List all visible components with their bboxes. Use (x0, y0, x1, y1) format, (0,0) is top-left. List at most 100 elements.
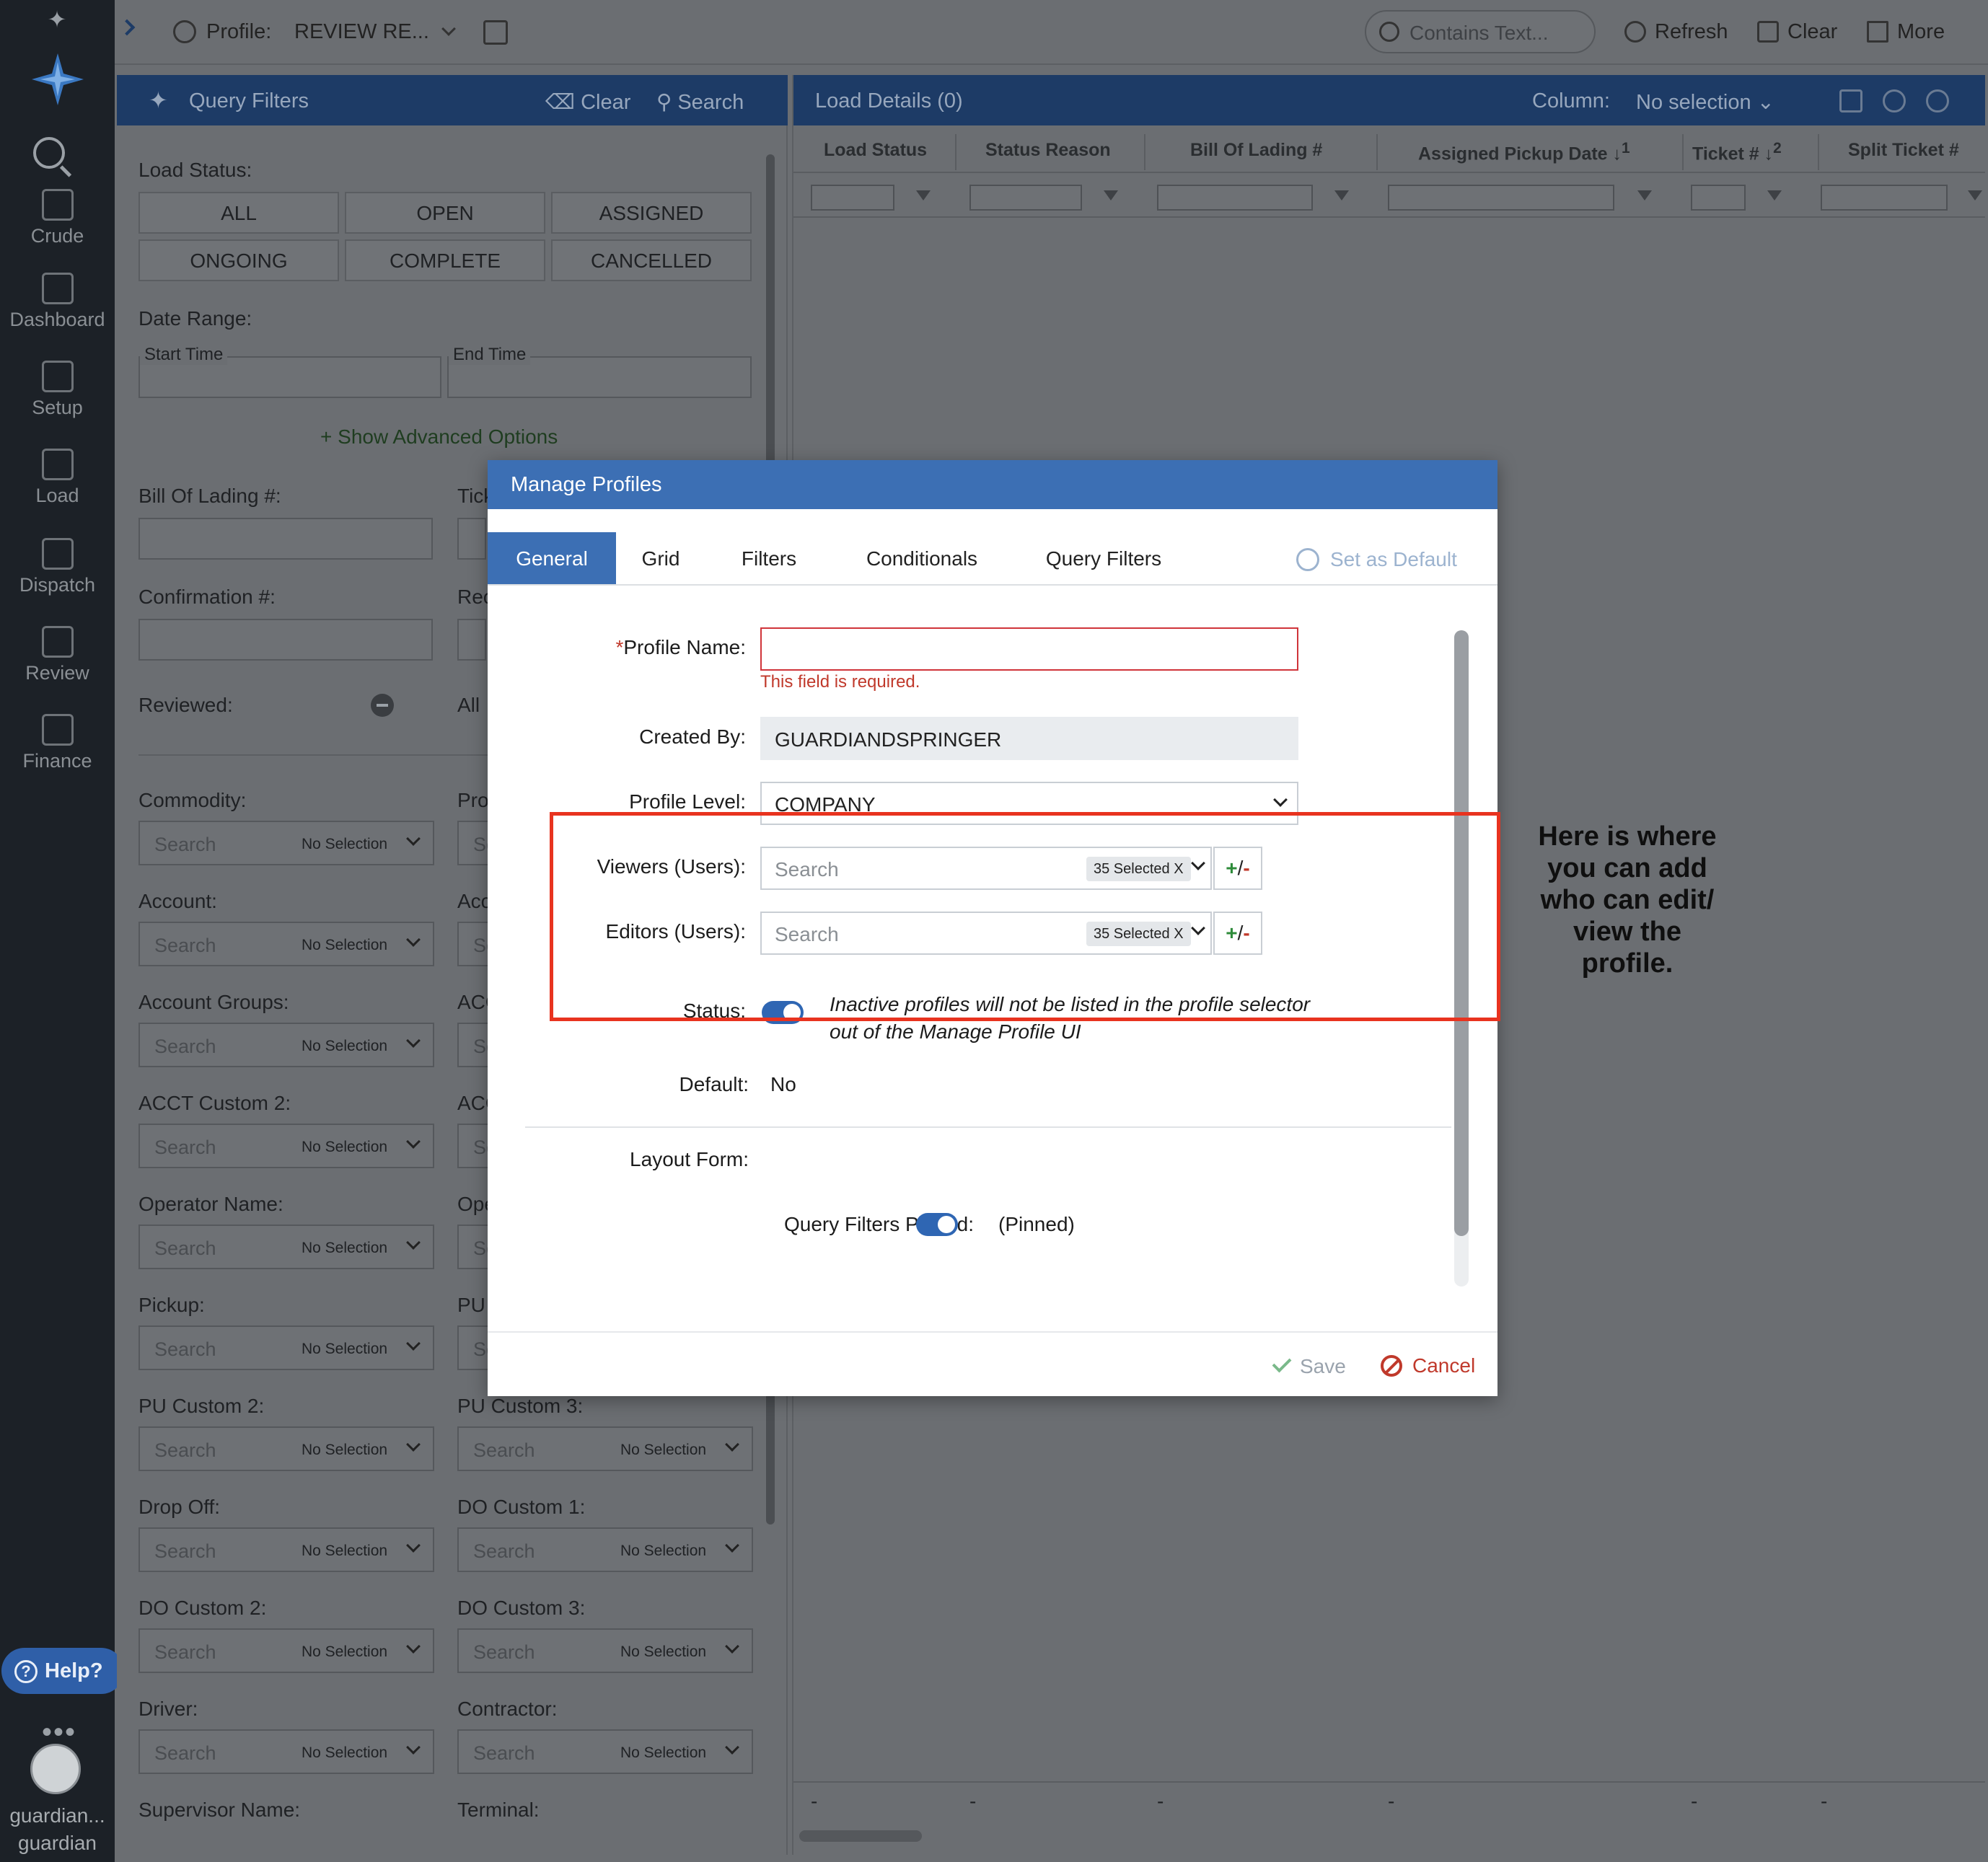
filter-icon[interactable] (1104, 190, 1118, 200)
filter-combo[interactable]: Search No Selection (138, 1426, 434, 1471)
chevron-down-icon[interactable] (406, 1639, 421, 1654)
status-complete[interactable]: COMPLETE (345, 239, 545, 281)
filter-combo[interactable]: Search No Selection (138, 1527, 434, 1572)
filter-icon[interactable] (916, 190, 931, 200)
status-assigned[interactable]: ASSIGNED (551, 192, 752, 234)
help-button[interactable]: ? Help? (1, 1648, 124, 1694)
rail-item-dispatch[interactable]: Dispatch (0, 538, 115, 596)
rail-item-setup[interactable]: Setup (0, 361, 115, 419)
status-cancelled[interactable]: CANCELLED (551, 239, 752, 281)
combo-search-placeholder: Search (473, 1742, 535, 1764)
refresh-button[interactable]: Refresh (1624, 20, 1728, 44)
filter-combo[interactable]: Search No Selection (138, 821, 434, 865)
filter-label: Operator Name: (138, 1193, 283, 1215)
tristate-minus-icon[interactable] (371, 694, 394, 717)
status-open[interactable]: OPEN (345, 192, 545, 234)
chevron-down-icon[interactable] (406, 1740, 421, 1755)
chevron-down-icon[interactable] (406, 932, 421, 947)
filter-icon[interactable] (1767, 190, 1782, 200)
confirmation-input[interactable] (138, 619, 433, 661)
filter-input-pickup-date[interactable] (1388, 185, 1614, 211)
horizontal-scrollbar[interactable] (799, 1830, 922, 1842)
default-label: Default: (679, 1073, 749, 1095)
save-button[interactable]: Save (1272, 1353, 1346, 1378)
tab-query-filters[interactable]: Query Filters (1024, 532, 1183, 586)
clear-button[interactable]: Clear (1757, 20, 1837, 44)
profile-label: Profile: (206, 20, 272, 43)
pin-icon[interactable]: ✦ (149, 87, 168, 114)
col-ticket[interactable]: Ticket # ↓2 (1692, 140, 1782, 164)
chevron-down-icon[interactable] (406, 831, 421, 846)
chevron-down-icon[interactable] (406, 1538, 421, 1553)
bol-input[interactable] (138, 518, 433, 560)
chevron-down-icon[interactable] (406, 1336, 421, 1351)
rail-item-review[interactable]: Review (0, 626, 115, 684)
qf-pinned-toggle[interactable] (916, 1213, 958, 1236)
chevron-down-icon[interactable] (406, 1134, 421, 1149)
ticket-input[interactable] (457, 518, 486, 560)
chevron-down-icon[interactable] (725, 1437, 739, 1452)
filter-input-split-ticket[interactable] (1821, 185, 1948, 211)
column-select[interactable]: No selection ⌄ (1636, 89, 1774, 115)
filter-combo[interactable]: Search No Selection (138, 1225, 434, 1269)
chevron-down-icon[interactable] (725, 1639, 739, 1654)
filter-icon[interactable] (1637, 190, 1652, 200)
col-status-reason[interactable]: Status Reason (985, 140, 1111, 161)
save-icon[interactable] (483, 20, 508, 45)
chevron-down-icon[interactable] (406, 1437, 421, 1452)
contains-text-search[interactable]: Contains Text... (1365, 10, 1596, 53)
show-advanced-options[interactable]: + Show Advanced Options (320, 425, 558, 449)
filter-combo[interactable]: Search No Selection (457, 1426, 753, 1471)
chevron-down-icon[interactable] (725, 1538, 739, 1553)
pin-icon[interactable]: ✦ (45, 7, 69, 32)
avatar[interactable] (30, 1744, 81, 1794)
filter-combo[interactable]: Search No Selection (457, 1628, 753, 1673)
qf-search-button[interactable]: ⚲ Search (656, 89, 744, 115)
filter-combo[interactable]: Search No Selection (457, 1527, 753, 1572)
filter-input-bol[interactable] (1157, 185, 1313, 211)
rec-input[interactable] (457, 619, 486, 661)
tab-conditionals[interactable]: Conditionals (851, 532, 993, 586)
status-ongoing[interactable]: ONGOING (138, 239, 339, 281)
filter-combo[interactable]: Search No Selection (138, 1628, 434, 1673)
filter-combo[interactable]: Search No Selection (457, 1729, 753, 1774)
filter-icon[interactable] (1334, 190, 1349, 200)
tab-general[interactable]: General (488, 532, 616, 586)
filter-label: Commodity: (138, 789, 247, 811)
undo-icon[interactable] (1883, 89, 1906, 112)
filter-combo[interactable]: Search No Selection (138, 1325, 434, 1370)
filter-combo[interactable]: Search No Selection (138, 1729, 434, 1774)
filter-combo[interactable]: Search No Selection (138, 1023, 434, 1067)
chevron-down-icon[interactable] (725, 1740, 739, 1755)
col-split-ticket[interactable]: Split Ticket # (1848, 140, 1959, 161)
col-assigned-pickup-date[interactable]: Assigned Pickup Date ↓1 (1418, 140, 1630, 164)
set-as-default-label[interactable]: Set as Default (1330, 548, 1457, 571)
cancel-button[interactable]: Cancel (1381, 1354, 1475, 1377)
filter-input-ticket[interactable] (1691, 185, 1746, 211)
profile-select[interactable]: REVIEW RE... (294, 20, 456, 44)
filter-icon[interactable] (1968, 190, 1982, 200)
email-icon[interactable] (1839, 89, 1862, 112)
chevron-down-icon[interactable] (406, 1033, 421, 1048)
rail-item-finance[interactable]: Finance (0, 714, 115, 772)
tab-grid[interactable]: Grid (625, 532, 697, 586)
qf-clear-button[interactable]: ⌫ Clear (545, 89, 630, 115)
download-icon[interactable] (1926, 89, 1949, 112)
tab-filters[interactable]: Filters (726, 532, 812, 586)
more-button[interactable]: More (1867, 20, 1945, 44)
filter-input-load-status[interactable] (811, 185, 894, 211)
combo-search-placeholder: Search (473, 1540, 535, 1562)
rail-item-load[interactable]: Load (0, 449, 115, 507)
rail-item-dashboard[interactable]: Dashboard (0, 273, 115, 331)
rail-item-crude[interactable]: Crude (0, 189, 115, 247)
col-bol[interactable]: Bill Of Lading # (1190, 140, 1322, 161)
col-load-status[interactable]: Load Status (824, 140, 927, 161)
status-all[interactable]: ALL (138, 192, 339, 234)
filter-combo[interactable]: Search No Selection (138, 922, 434, 966)
profile-name-input[interactable] (760, 627, 1298, 671)
set-as-default-radio[interactable] (1296, 548, 1319, 571)
chevron-down-icon[interactable] (406, 1235, 421, 1250)
filter-input-status-reason[interactable] (969, 185, 1082, 211)
search-icon[interactable] (33, 137, 65, 169)
filter-combo[interactable]: Search No Selection (138, 1124, 434, 1168)
